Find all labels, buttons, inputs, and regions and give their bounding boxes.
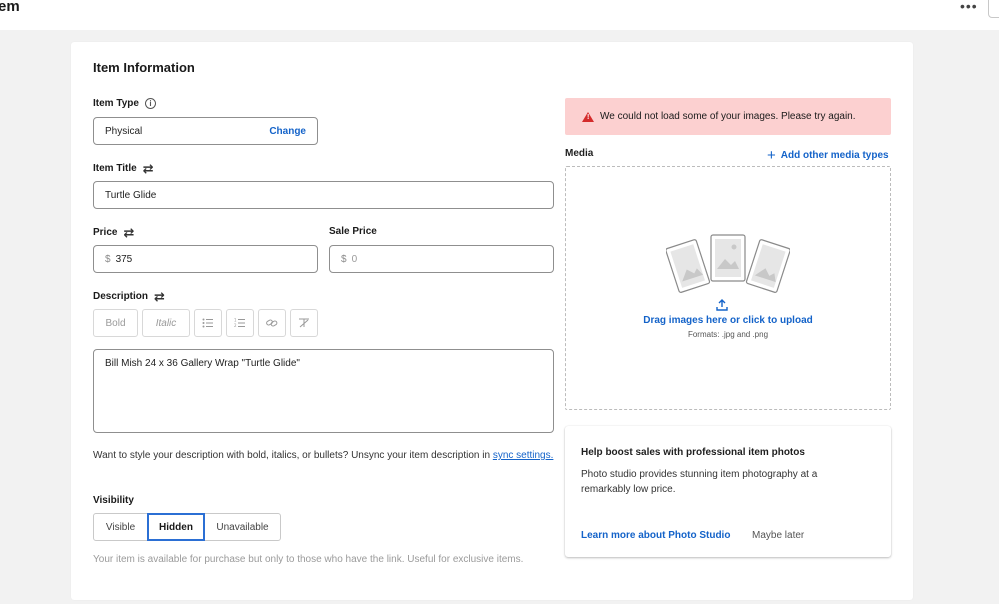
top-bar: em ••• (0, 0, 999, 30)
plus-icon: + (767, 147, 776, 164)
item-title-input[interactable]: Turtle Glide (93, 181, 554, 209)
error-alert: ! We could not load some of your images.… (565, 98, 891, 135)
italic-button[interactable]: Italic (142, 309, 190, 337)
price-input[interactable]: $ 375 (93, 245, 318, 273)
item-title-label: Item Title ⇄ (93, 162, 154, 175)
promo-body: Photo studio provides stunning item phot… (581, 469, 818, 495)
price-value: 375 (115, 253, 133, 265)
item-type-value: Physical (105, 125, 143, 137)
visibility-segmented-control: Visible Hidden Unavailable (93, 513, 281, 541)
section-title: Item Information (93, 60, 195, 75)
description-textarea[interactable]: Bill Mish 24 x 36 Gallery Wrap "Turtle G… (93, 349, 554, 433)
info-icon[interactable]: i (144, 98, 156, 109)
item-type-label-text: Item Type (93, 98, 139, 109)
sync-icon[interactable]: ⇄ (143, 162, 154, 175)
topbar-action-button[interactable] (988, 0, 999, 18)
price-label-text: Price (93, 227, 118, 238)
visibility-option-unavailable[interactable]: Unavailable (204, 513, 281, 541)
svg-text:1: 1 (234, 318, 237, 323)
sync-settings-link[interactable]: sync settings. (493, 450, 554, 461)
drop-text: Drag images here or click to upload (643, 315, 813, 326)
description-label: Description ⇄ (93, 290, 165, 303)
item-type-field: Physical Change (93, 117, 318, 145)
add-media-label: Add other media types (780, 150, 889, 161)
page-title: em (0, 0, 20, 15)
media-label: Media (565, 148, 594, 159)
sale-price-label-text: Sale Price (329, 226, 377, 237)
link-icon[interactable] (258, 309, 286, 337)
visibility-label-text: Visibility (93, 495, 134, 506)
add-media-types-button[interactable]: + Add other media types (767, 148, 889, 163)
maybe-later-button[interactable]: Maybe later (752, 530, 804, 541)
price-label: Price ⇄ (93, 226, 134, 239)
sale-price-input[interactable]: $ 0 (329, 245, 554, 273)
clear-formatting-icon[interactable] (290, 309, 318, 337)
formatting-toolbar: Bold Italic 12 (93, 309, 318, 337)
change-item-type-button[interactable]: Change (269, 126, 306, 137)
item-title-label-text: Item Title (93, 163, 137, 174)
numbered-list-icon[interactable]: 12 (226, 309, 254, 337)
description-label-text: Description (93, 291, 149, 302)
learn-more-link[interactable]: Learn more about Photo Studio (581, 530, 730, 541)
media-dropzone[interactable]: Drag images here or click to upload Form… (565, 166, 891, 410)
description-help-text-body: Want to style your description with bold… (93, 450, 493, 461)
formats-text: Formats: .jpg and .png (687, 330, 769, 339)
sale-price-label: Sale Price (329, 226, 377, 237)
visibility-option-visible[interactable]: Visible (93, 513, 148, 541)
item-title-value: Turtle Glide (105, 189, 157, 201)
visibility-label: Visibility (93, 495, 134, 506)
photo-studio-promo: Help boost sales with professional item … (565, 426, 891, 557)
alert-text: We could not load some of your images. P… (600, 111, 856, 122)
currency-symbol: $ (341, 253, 347, 265)
sale-price-placeholder: 0 (351, 253, 358, 265)
bold-button[interactable]: Bold (93, 309, 138, 337)
description-value: Bill Mish 24 x 36 Gallery Wrap "Turtle G… (105, 358, 300, 369)
warning-icon: ! (582, 111, 594, 122)
upload-icon (716, 299, 728, 314)
item-information-card: Item Information Item Type i Physical Ch… (71, 42, 913, 600)
svg-text:2: 2 (234, 323, 237, 328)
sync-icon[interactable]: ⇄ (154, 290, 165, 303)
currency-symbol: $ (105, 253, 111, 265)
bullet-list-icon[interactable] (194, 309, 222, 337)
more-horizontal-icon[interactable]: ••• (960, 0, 978, 14)
visibility-option-hidden[interactable]: Hidden (147, 513, 205, 541)
image-placeholder-icon (666, 234, 790, 293)
visibility-help-text: Your item is available for purchase but … (93, 554, 524, 565)
sync-icon[interactable]: ⇄ (123, 226, 134, 239)
item-type-label: Item Type i (93, 98, 156, 109)
description-help-text: Want to style your description with bold… (93, 448, 563, 463)
promo-title: Help boost sales with professional item … (581, 447, 805, 458)
